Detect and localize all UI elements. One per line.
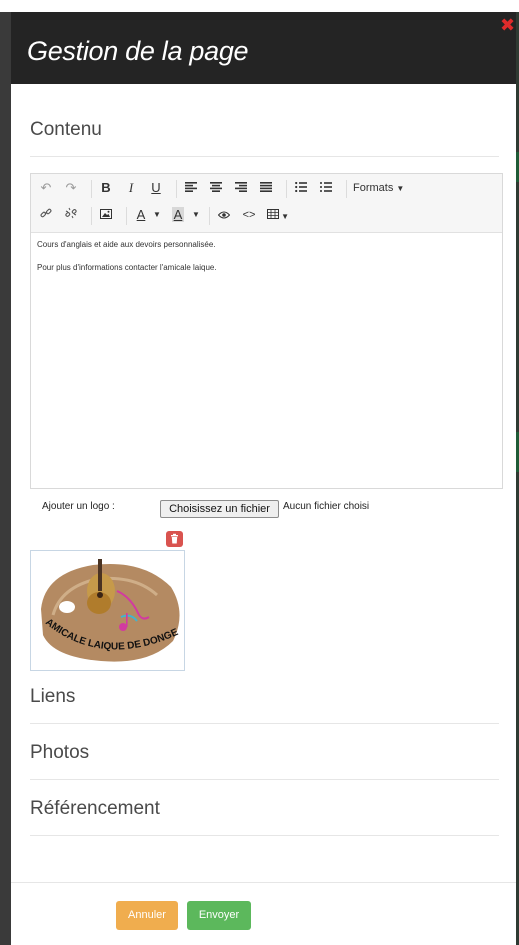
delete-logo-button[interactable]	[166, 531, 183, 547]
divider	[30, 156, 499, 157]
logo-upload-label: Ajouter un logo :	[42, 501, 115, 512]
file-status-text: Aucun fichier choisi	[283, 501, 370, 512]
modal-header: Gestion de la page ✖	[11, 12, 516, 84]
source-code-icon[interactable]: <>	[240, 205, 258, 225]
align-left-icon[interactable]	[182, 178, 200, 198]
editor-toolbar: ↶ ↷ B I U Formats ▼ A ▼ A ▼ <> ▼	[31, 174, 502, 233]
background-color-dropdown[interactable]: ▼	[191, 205, 201, 225]
editor-paragraph: Cours d'anglais et aide aux devoirs pers…	[37, 240, 216, 249]
text-color-label: A	[136, 207, 146, 222]
align-center-icon[interactable]	[207, 178, 225, 198]
logo-image: AMICALE LAIQUE DE DONGES	[28, 543, 185, 671]
redo-icon[interactable]: ↷	[62, 178, 80, 198]
bold-button[interactable]: B	[97, 178, 115, 198]
cancel-button[interactable]: Annuler	[116, 901, 178, 930]
amicale-logo: AMICALE LAIQUE DE DONGES	[28, 543, 180, 662]
formats-label: Formats	[353, 182, 394, 194]
italic-button[interactable]: I	[122, 178, 140, 198]
toolbar-separator	[209, 207, 210, 225]
editor-content[interactable]: Cours d'anglais et aide aux devoirs pers…	[37, 239, 492, 285]
link-icon[interactable]	[37, 205, 55, 225]
editor-paragraph: Pour plus d'informations contacter l'ami…	[37, 263, 217, 272]
background-color-label: A	[171, 207, 185, 222]
toolbar-separator	[286, 180, 287, 198]
align-right-icon[interactable]	[232, 178, 250, 198]
align-justify-icon[interactable]	[257, 178, 275, 198]
formats-dropdown[interactable]: Formats ▼	[353, 178, 413, 198]
modal-title: Gestion de la page	[27, 36, 249, 66]
toolbar-separator	[176, 180, 177, 198]
submit-button[interactable]: Envoyer	[187, 901, 251, 930]
divider	[30, 779, 499, 780]
divider	[30, 723, 499, 724]
unlink-icon[interactable]	[62, 205, 80, 225]
background-color-button[interactable]: A	[169, 205, 187, 225]
toolbar-separator	[91, 207, 92, 225]
undo-icon[interactable]: ↶	[37, 178, 55, 198]
section-title-liens[interactable]: Liens	[30, 686, 75, 708]
trash-icon	[171, 533, 178, 544]
text-color-dropdown[interactable]: ▼	[152, 205, 162, 225]
page-backdrop-top	[0, 0, 519, 12]
section-title-contenu[interactable]: Contenu	[30, 119, 102, 141]
section-title-referencement[interactable]: Référencement	[30, 798, 160, 820]
image-icon[interactable]	[97, 205, 115, 225]
chevron-down-icon: ▼	[278, 212, 290, 221]
page-backdrop-left	[0, 12, 11, 945]
toolbar-separator	[346, 180, 347, 198]
divider	[30, 835, 499, 836]
choose-file-button[interactable]: Choisissez un fichier	[160, 500, 279, 518]
page-management-modal: Gestion de la page ✖ Contenu ↶ ↷ B I U F…	[11, 12, 516, 945]
table-icon[interactable]: ▼	[265, 205, 291, 225]
rich-text-editor: ↶ ↷ B I U Formats ▼ A ▼ A ▼ <> ▼ Cours d…	[30, 173, 503, 489]
toolbar-separator	[126, 207, 127, 225]
close-icon[interactable]: ✖	[500, 16, 515, 34]
numbered-list-icon[interactable]	[317, 178, 335, 198]
preview-icon[interactable]	[215, 205, 233, 225]
chevron-down-icon: ▼	[396, 184, 405, 193]
underline-button[interactable]: U	[147, 178, 165, 198]
bullet-list-icon[interactable]	[292, 178, 310, 198]
footer-divider	[11, 882, 516, 883]
toolbar-separator	[91, 180, 92, 198]
text-color-button[interactable]: A	[132, 205, 150, 225]
section-title-photos[interactable]: Photos	[30, 742, 89, 764]
